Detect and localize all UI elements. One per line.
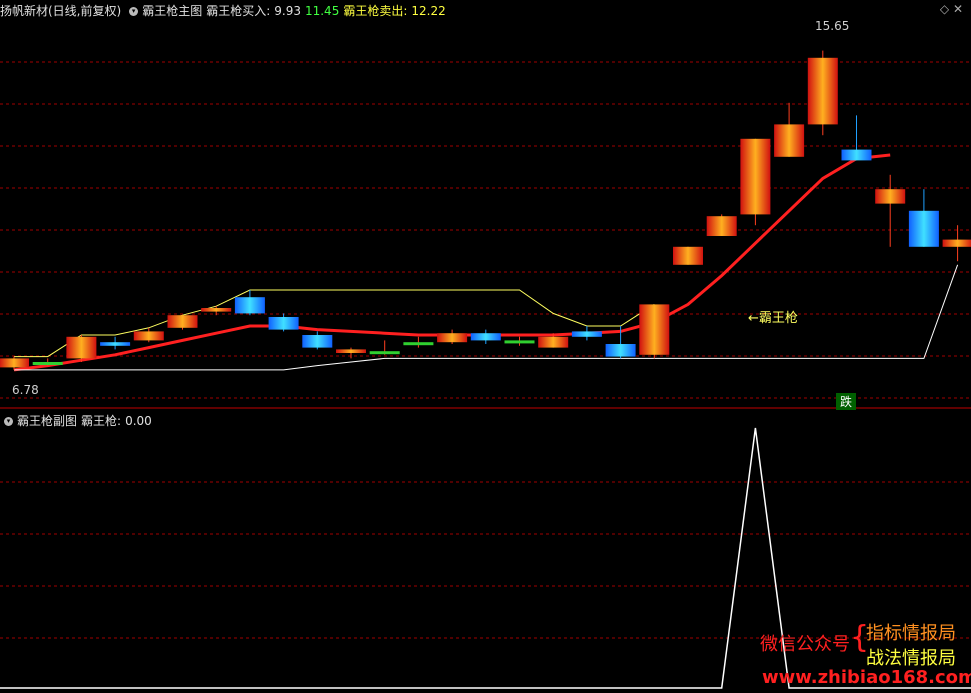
- candle-body: [302, 335, 333, 348]
- indicator-name: 霸王枪主图: [142, 4, 203, 18]
- candle-body: [908, 210, 939, 247]
- candle-body: [437, 333, 468, 343]
- line-label: ←霸王枪: [748, 310, 798, 326]
- candle-body: [167, 315, 198, 328]
- brand-1: 指标情报局: [866, 623, 956, 644]
- watermark-url: www.zhibiao168.com: [762, 667, 971, 688]
- candle-body: [605, 344, 636, 357]
- candle-body: [673, 246, 703, 265]
- diamond-icon[interactable]: ◇: [940, 2, 949, 16]
- low-label: 6.78: [12, 383, 39, 397]
- sell-label: 霸王枪卖出:: [343, 4, 408, 18]
- candle-body: [234, 297, 265, 314]
- sub-header: ▾ 霸王枪副图 霸王枪: 0.00: [0, 412, 156, 430]
- candle-body: [841, 149, 872, 161]
- chart-canvas: 15.65 6.78 ←霸王枪 跌: [0, 19, 971, 689]
- candle-body: [201, 308, 232, 312]
- buy-value: 9.93: [274, 4, 301, 18]
- sub-indicator-name: 霸王枪副图: [17, 414, 78, 428]
- high-label: 15.65: [815, 19, 849, 33]
- wechat-label: 微信公众号: [760, 634, 850, 655]
- dropdown-icon[interactable]: ▾: [129, 7, 139, 16]
- mid-value: 11.45: [304, 4, 340, 18]
- candle-body: [706, 216, 737, 236]
- candles: [0, 50, 971, 370]
- candle-body: [369, 351, 400, 355]
- candle-body: [470, 333, 501, 341]
- window-controls[interactable]: ◇ ✕: [940, 2, 963, 16]
- candle-body: [942, 239, 971, 247]
- candle-body: [807, 57, 838, 125]
- signal-text: 跌: [840, 394, 852, 409]
- candle-body: [403, 342, 434, 346]
- stock-title: 扬帆新材(日线,前复权): [0, 4, 122, 18]
- sub-value-label: 霸王枪:: [81, 414, 122, 428]
- candle-body: [0, 358, 29, 368]
- white-line: [14, 264, 959, 371]
- sell-value: 12.22: [411, 4, 446, 18]
- candle-body: [32, 362, 63, 365]
- sub-value: 0.00: [125, 414, 152, 428]
- candle-body: [504, 340, 535, 344]
- candle-body: [639, 304, 670, 355]
- candle-body: [100, 342, 131, 346]
- candle-body: [268, 317, 299, 330]
- close-icon[interactable]: ✕: [953, 2, 963, 16]
- grid-lines: [0, 61, 971, 639]
- candle-body: [571, 331, 602, 337]
- candle-body: [538, 336, 569, 348]
- candle-body: [66, 336, 97, 359]
- candle-body: [740, 138, 771, 215]
- candle-body: [336, 349, 366, 353]
- candle-body: [133, 331, 164, 341]
- candle-body: [774, 124, 805, 157]
- candle-body: [875, 189, 906, 204]
- buy-label: 霸王枪买入:: [206, 4, 271, 18]
- sub-dropdown-icon[interactable]: ▾: [4, 417, 13, 426]
- main-header: 扬帆新材(日线,前复权) ▾ 霸王枪主图 霸王枪买入: 9.93 11.45 霸王枪卖出: 1…: [0, 2, 450, 20]
